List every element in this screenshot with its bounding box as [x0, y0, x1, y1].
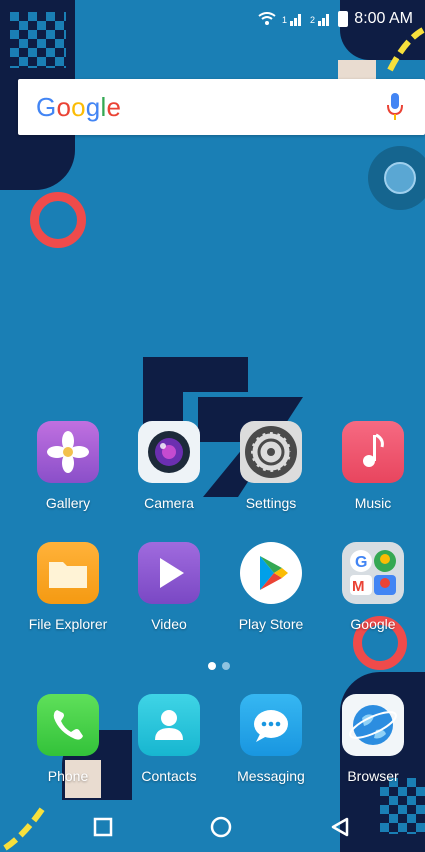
dock-phone[interactable]: Phone	[18, 694, 118, 784]
app-file-explorer[interactable]: File Explorer	[18, 542, 118, 632]
app-label: Settings	[245, 495, 297, 511]
google-apps-folder-icon: G M	[342, 542, 404, 604]
home-screen: 1 2 8:00 AM Google Gallery Camera Settin…	[0, 0, 425, 852]
svg-text:1: 1	[282, 15, 287, 25]
app-gallery[interactable]: Gallery	[18, 421, 118, 511]
app-label: Play Store	[238, 616, 304, 632]
page-indicator	[208, 662, 230, 670]
clock: 8:00 AM	[354, 10, 413, 27]
settings-gear-icon	[240, 421, 302, 483]
brightness-knob-icon	[384, 162, 416, 194]
app-label: Messaging	[237, 768, 305, 784]
app-settings[interactable]: Settings	[221, 421, 321, 511]
page-dot-active	[208, 662, 216, 670]
phone-icon	[37, 694, 99, 756]
status-bar: 1 2 8:00 AM	[0, 0, 425, 38]
app-label: File Explorer	[28, 616, 108, 632]
dock-browser[interactable]: Browser	[323, 694, 423, 784]
signal-sim1-icon: 1	[282, 14, 302, 26]
play-icon	[138, 542, 200, 604]
mic-icon[interactable]	[387, 93, 403, 121]
app-label: Google	[350, 616, 396, 632]
app-label: Camera	[144, 495, 194, 511]
app-camera[interactable]: Camera	[119, 421, 219, 511]
app-google-folder[interactable]: G M Google	[323, 542, 423, 632]
circle-icon	[210, 816, 232, 838]
app-play-store[interactable]: Play Store	[221, 542, 321, 632]
folder-icon	[37, 542, 99, 604]
app-label: Phone	[47, 768, 89, 784]
battery-icon	[338, 11, 349, 27]
red-ring-left	[30, 192, 86, 248]
svg-text:2: 2	[310, 15, 315, 25]
google-search-bar[interactable]: Google	[18, 79, 425, 135]
app-music[interactable]: Music	[323, 421, 423, 511]
app-label: Gallery	[45, 495, 91, 511]
app-label: Music	[354, 495, 392, 511]
gallery-flower-icon	[37, 421, 99, 483]
globe-icon	[342, 694, 404, 756]
back-button[interactable]	[325, 812, 355, 842]
signal-sim2-icon: 2	[310, 14, 330, 26]
music-note-icon	[342, 421, 404, 483]
svg-text:G: G	[355, 554, 367, 571]
google-logo: Google	[36, 92, 122, 122]
svg-text:M: M	[352, 578, 365, 595]
play-store-icon	[240, 542, 302, 604]
page-dot-inactive	[222, 662, 230, 670]
app-label: Video	[151, 616, 187, 632]
app-label: Contacts	[141, 768, 197, 784]
navigation-bar	[0, 800, 425, 852]
dock-messaging[interactable]: Messaging	[221, 694, 321, 784]
contacts-icon	[138, 694, 200, 756]
wifi-icon	[258, 12, 276, 25]
camera-lens-icon	[138, 421, 200, 483]
recents-button[interactable]	[88, 812, 118, 842]
app-label: Browser	[347, 768, 399, 784]
brightness-widget[interactable]	[368, 146, 425, 210]
triangle-back-icon	[331, 817, 349, 837]
home-button[interactable]	[206, 812, 236, 842]
app-video[interactable]: Video	[119, 542, 219, 632]
chat-bubble-icon	[240, 694, 302, 756]
square-icon	[93, 817, 113, 837]
dock-contacts[interactable]: Contacts	[119, 694, 219, 784]
